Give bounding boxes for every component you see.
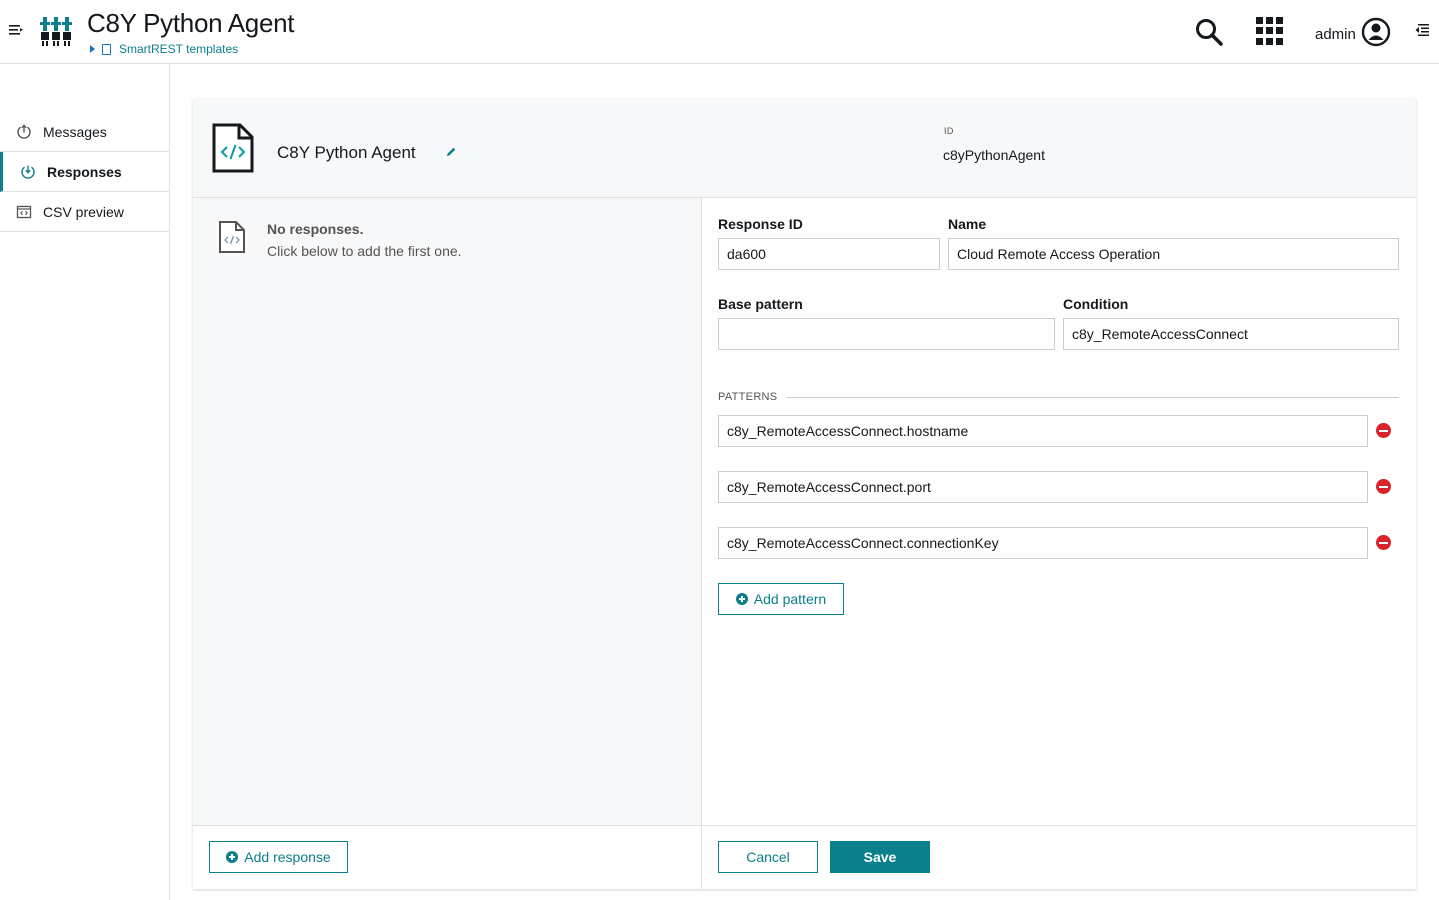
code-window-icon [16, 205, 32, 219]
sidebar-item-messages[interactable]: Messages [0, 112, 169, 152]
empty-state-title: No responses. [267, 221, 364, 237]
template-name: C8Y Python Agent [277, 143, 416, 162]
cancel-label: Cancel [746, 849, 790, 865]
sidebar-item-label: Messages [43, 123, 107, 140]
patterns-divider [787, 397, 1399, 398]
condition-input[interactable] [1063, 318, 1399, 350]
remove-pattern-icon[interactable] [1376, 423, 1391, 438]
pattern-input[interactable] [718, 471, 1368, 503]
add-pattern-button[interactable]: Add pattern [718, 583, 844, 615]
plus-circle-icon [735, 593, 748, 605]
user-avatar-icon[interactable] [1361, 17, 1391, 47]
add-response-button[interactable]: Add response [209, 841, 348, 873]
patterns-legend: PATTERNS [718, 391, 778, 403]
remove-pattern-icon[interactable] [1376, 535, 1391, 550]
template-card: C8Y Python Agent ID c8yPythonAgent No re… [193, 99, 1416, 889]
sidebar-item-responses[interactable]: Responses [0, 152, 169, 192]
base-pattern-label: Base pattern [718, 296, 803, 312]
response-form: Response ID Name Base pattern Condition … [702, 198, 1416, 825]
search-icon[interactable] [1194, 17, 1224, 47]
download-arrow-icon [21, 165, 35, 179]
breadcrumb-link[interactable]: SmartREST templates [119, 42, 238, 56]
template-header: C8Y Python Agent ID c8yPythonAgent [193, 99, 1416, 198]
save-label: Save [863, 849, 897, 865]
sidebar-item-label: CSV preview [43, 203, 124, 220]
code-file-icon [212, 123, 254, 173]
caret-right-icon [90, 45, 95, 53]
responses-footer: Add response [193, 826, 702, 889]
card-footer: Add response Cancel Save [193, 825, 1416, 889]
right-drawer-toggle-icon[interactable] [1414, 22, 1430, 38]
pattern-input[interactable] [718, 415, 1368, 447]
save-button[interactable]: Save [830, 841, 930, 873]
response-id-label: Response ID [718, 216, 803, 232]
app-title: C8Y Python Agent [87, 8, 295, 38]
upload-arrow-icon [17, 124, 31, 139]
user-name[interactable]: admin [1315, 26, 1356, 43]
base-pattern-input[interactable] [718, 318, 1055, 350]
id-label: ID [944, 126, 954, 136]
menu-toggle-icon[interactable] [8, 22, 24, 38]
cancel-button[interactable]: Cancel [718, 841, 818, 873]
response-id-input[interactable] [718, 238, 940, 270]
app-switcher-icon[interactable] [1256, 17, 1284, 45]
name-input[interactable] [948, 238, 1399, 270]
code-file-icon [219, 221, 245, 253]
breadcrumb[interactable]: SmartREST templates [90, 42, 238, 56]
app-header: C8Y Python Agent SmartREST templates adm… [0, 0, 1439, 64]
name-label: Name [948, 216, 987, 232]
sidebar-item-csv-preview[interactable]: CSV preview [0, 192, 169, 232]
app-logo-icon [40, 17, 72, 46]
pattern-input[interactable] [718, 527, 1368, 559]
document-icon [102, 43, 111, 55]
condition-label: Condition [1063, 296, 1129, 312]
empty-state-subtitle: Click below to add the first one. [267, 243, 462, 259]
sidebar: Messages Responses CSV preview [0, 64, 170, 900]
responses-list: No responses. Click below to add the fir… [193, 198, 702, 825]
id-value: c8yPythonAgent [943, 147, 1045, 163]
sidebar-item-label: Responses [47, 163, 122, 180]
add-response-label: Add response [244, 849, 331, 865]
pencil-icon[interactable] [445, 146, 457, 158]
plus-circle-icon [226, 851, 239, 863]
remove-pattern-icon[interactable] [1376, 479, 1391, 494]
add-pattern-label: Add pattern [753, 591, 827, 607]
